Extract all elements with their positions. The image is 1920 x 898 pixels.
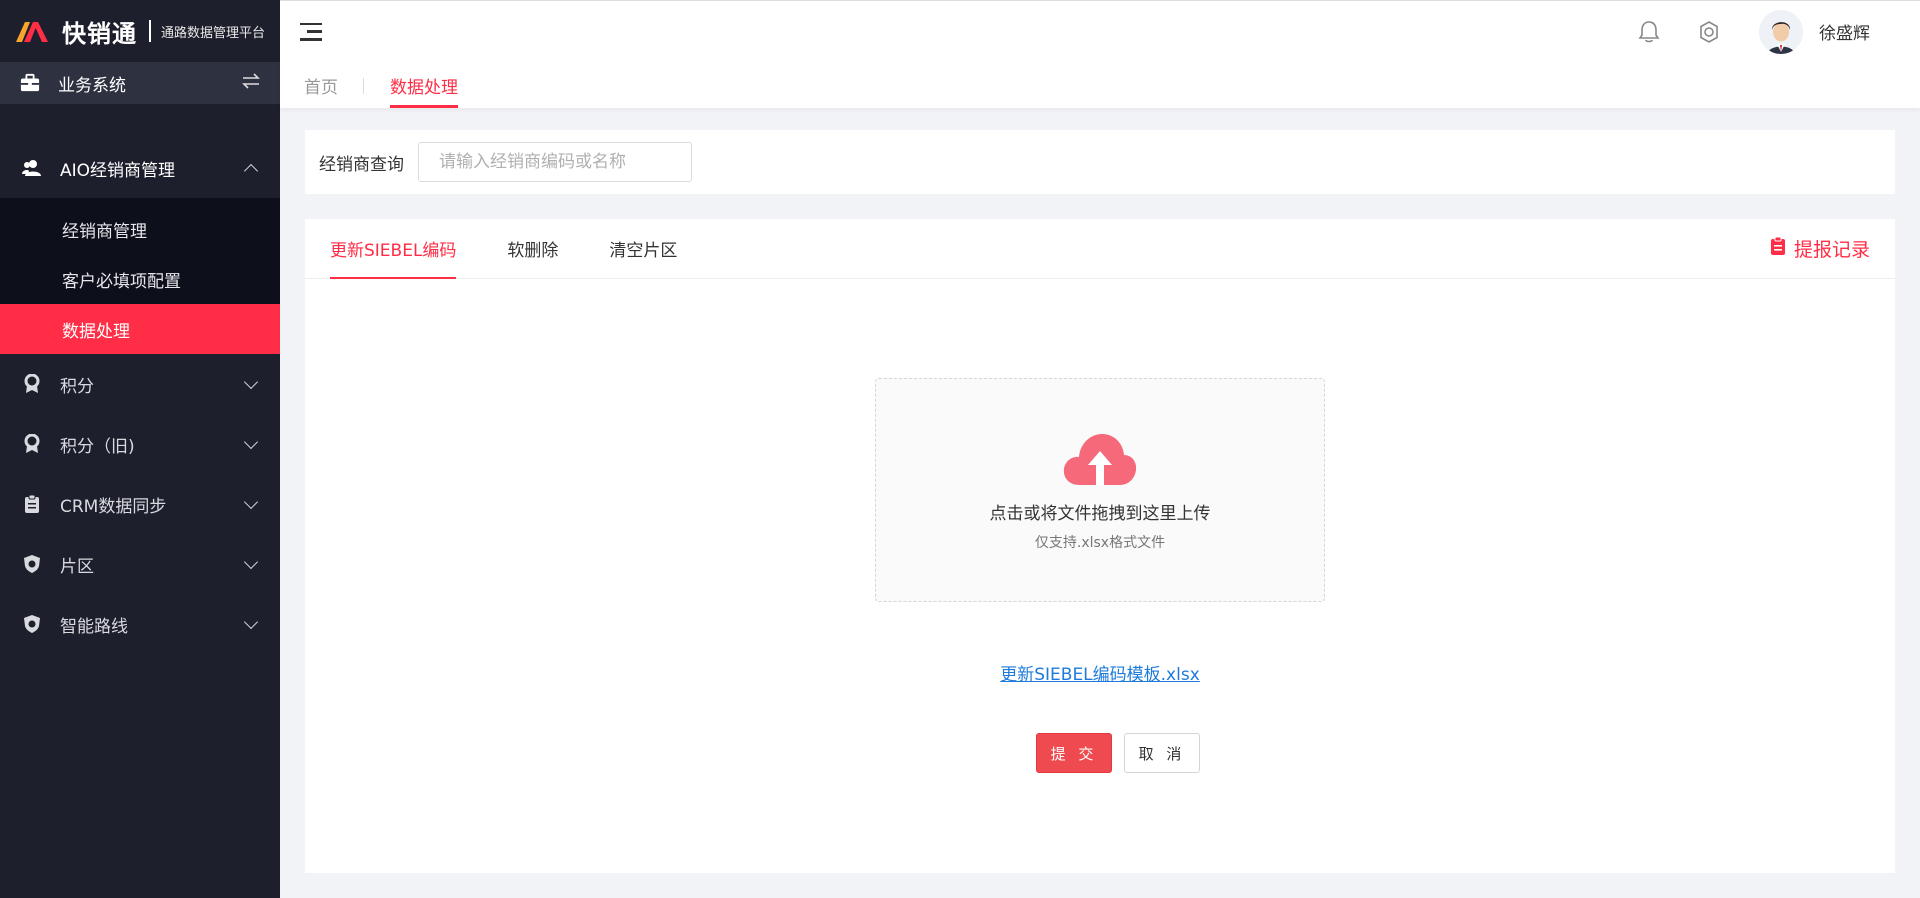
report-records-link[interactable]: 提报记录 — [1770, 235, 1870, 262]
sidebar-item-smart-route[interactable]: 智能路线 — [0, 594, 280, 654]
bell-icon[interactable] — [1635, 18, 1663, 46]
sidebar-menu: AIO经销商管理 经销商管理 客户必填项配置 数据处理 积分 积分（旧) CRM… — [0, 138, 280, 654]
avatar[interactable] — [1759, 9, 1803, 54]
sidebar-item-region[interactable]: 片区 — [0, 534, 280, 594]
chevron-down-icon — [243, 494, 259, 509]
sidebar-item-customer-required-fields[interactable]: 客户必填项配置 — [0, 254, 280, 304]
template-download-link: 更新SIEBEL编码模板.xlsx — [305, 660, 1895, 685]
briefcase-icon — [20, 73, 40, 93]
chevron-down-icon — [243, 374, 259, 389]
tab-data-processing[interactable]: 数据处理 — [390, 62, 458, 108]
template-download-link-text[interactable]: 更新SIEBEL编码模板.xlsx — [1000, 665, 1200, 685]
business-system-label: 业务系统 — [58, 75, 126, 96]
sidebar-item-label: AIO经销商管理 — [60, 160, 176, 181]
upload-hint: 仅支持.xlsx格式文件 — [1034, 535, 1166, 551]
upload-title: 点击或将文件拖拽到这里上传 — [989, 504, 1211, 524]
report-records-label: 提报记录 — [1793, 239, 1870, 261]
submit-button[interactable]: 提 交 — [1036, 733, 1112, 773]
chevron-down-icon — [243, 614, 259, 629]
top-header: 徐盛辉 — [280, 0, 1920, 62]
username[interactable]: 徐盛辉 — [1819, 19, 1870, 44]
tab-soft-delete[interactable]: 软删除 — [507, 218, 558, 278]
page-tabs: 首页 数据处理 — [280, 62, 1920, 108]
brand-name: 快销通 — [62, 19, 137, 48]
medal-icon — [22, 374, 42, 394]
cancel-button[interactable]: 取 消 — [1124, 733, 1200, 773]
aio-dealer-submenu: 经销商管理 客户必填项配置 数据处理 — [0, 198, 280, 354]
sidebar: 快销通 通路数据管理平台 业务系统 AIO经销商管理 经销商管理 客户必填项配置… — [0, 0, 280, 898]
cloud-upload-icon — [1063, 434, 1137, 485]
sidebar-item-data-processing[interactable]: 数据处理 — [0, 304, 280, 354]
header-actions: 徐盛辉 — [1603, 9, 1870, 54]
sidebar-item-crm-sync[interactable]: CRM数据同步 — [0, 474, 280, 534]
menu-toggle-icon[interactable] — [300, 22, 322, 41]
brand-logo-icon — [16, 22, 48, 42]
tab-home[interactable]: 首页 — [304, 62, 364, 108]
sidebar-item-label: 积分 — [60, 376, 94, 397]
operation-tabs: 更新SIEBEL编码 软删除 清空片区 提报记录 — [305, 219, 1895, 279]
medal-icon — [22, 434, 42, 454]
logo-divider — [149, 20, 151, 42]
dealer-search-label: 经销商查询 — [319, 154, 404, 175]
file-upload-dropzone[interactable]: 点击或将文件拖拽到这里上传 仅支持.xlsx格式文件 — [875, 378, 1325, 602]
clipboard-icon — [1770, 236, 1786, 261]
user-group-icon — [22, 158, 42, 178]
dealer-search-panel: 经销商查询 — [305, 130, 1895, 194]
shield-icon — [22, 554, 42, 574]
sidebar-item-points-old[interactable]: 积分（旧) — [0, 414, 280, 474]
dealer-search-input[interactable] — [418, 142, 692, 182]
sidebar-item-label: 积分（旧) — [60, 436, 135, 457]
logo-bar: 快销通 通路数据管理平台 — [0, 0, 280, 62]
sidebar-item-points[interactable]: 积分 — [0, 354, 280, 414]
settings-icon[interactable] — [1695, 18, 1723, 46]
sidebar-item-label: 智能路线 — [60, 616, 128, 637]
sidebar-item-label: 片区 — [60, 556, 94, 577]
chevron-down-icon — [243, 554, 259, 569]
business-system-switcher[interactable]: 业务系统 — [0, 62, 280, 104]
tab-clear-region[interactable]: 清空片区 — [609, 218, 677, 278]
data-processing-panel: 更新SIEBEL编码 软删除 清空片区 提报记录 点击或将文件拖拽到这里上传 仅… — [305, 219, 1895, 873]
swap-icon[interactable] — [242, 72, 260, 94]
sidebar-item-aio-dealer[interactable]: AIO经销商管理 — [0, 138, 280, 198]
shield-icon — [22, 614, 42, 634]
brand-subtitle: 通路数据管理平台 — [161, 25, 266, 41]
tab-update-siebel-code[interactable]: 更新SIEBEL编码 — [330, 218, 457, 279]
chevron-up-icon — [243, 163, 259, 179]
chevron-down-icon — [243, 434, 259, 449]
sidebar-item-dealer-management[interactable]: 经销商管理 — [0, 204, 280, 254]
sidebar-item-label: CRM数据同步 — [60, 496, 167, 517]
clipboard-icon — [22, 494, 42, 514]
form-actions: 提 交 取 消 — [305, 733, 1895, 773]
